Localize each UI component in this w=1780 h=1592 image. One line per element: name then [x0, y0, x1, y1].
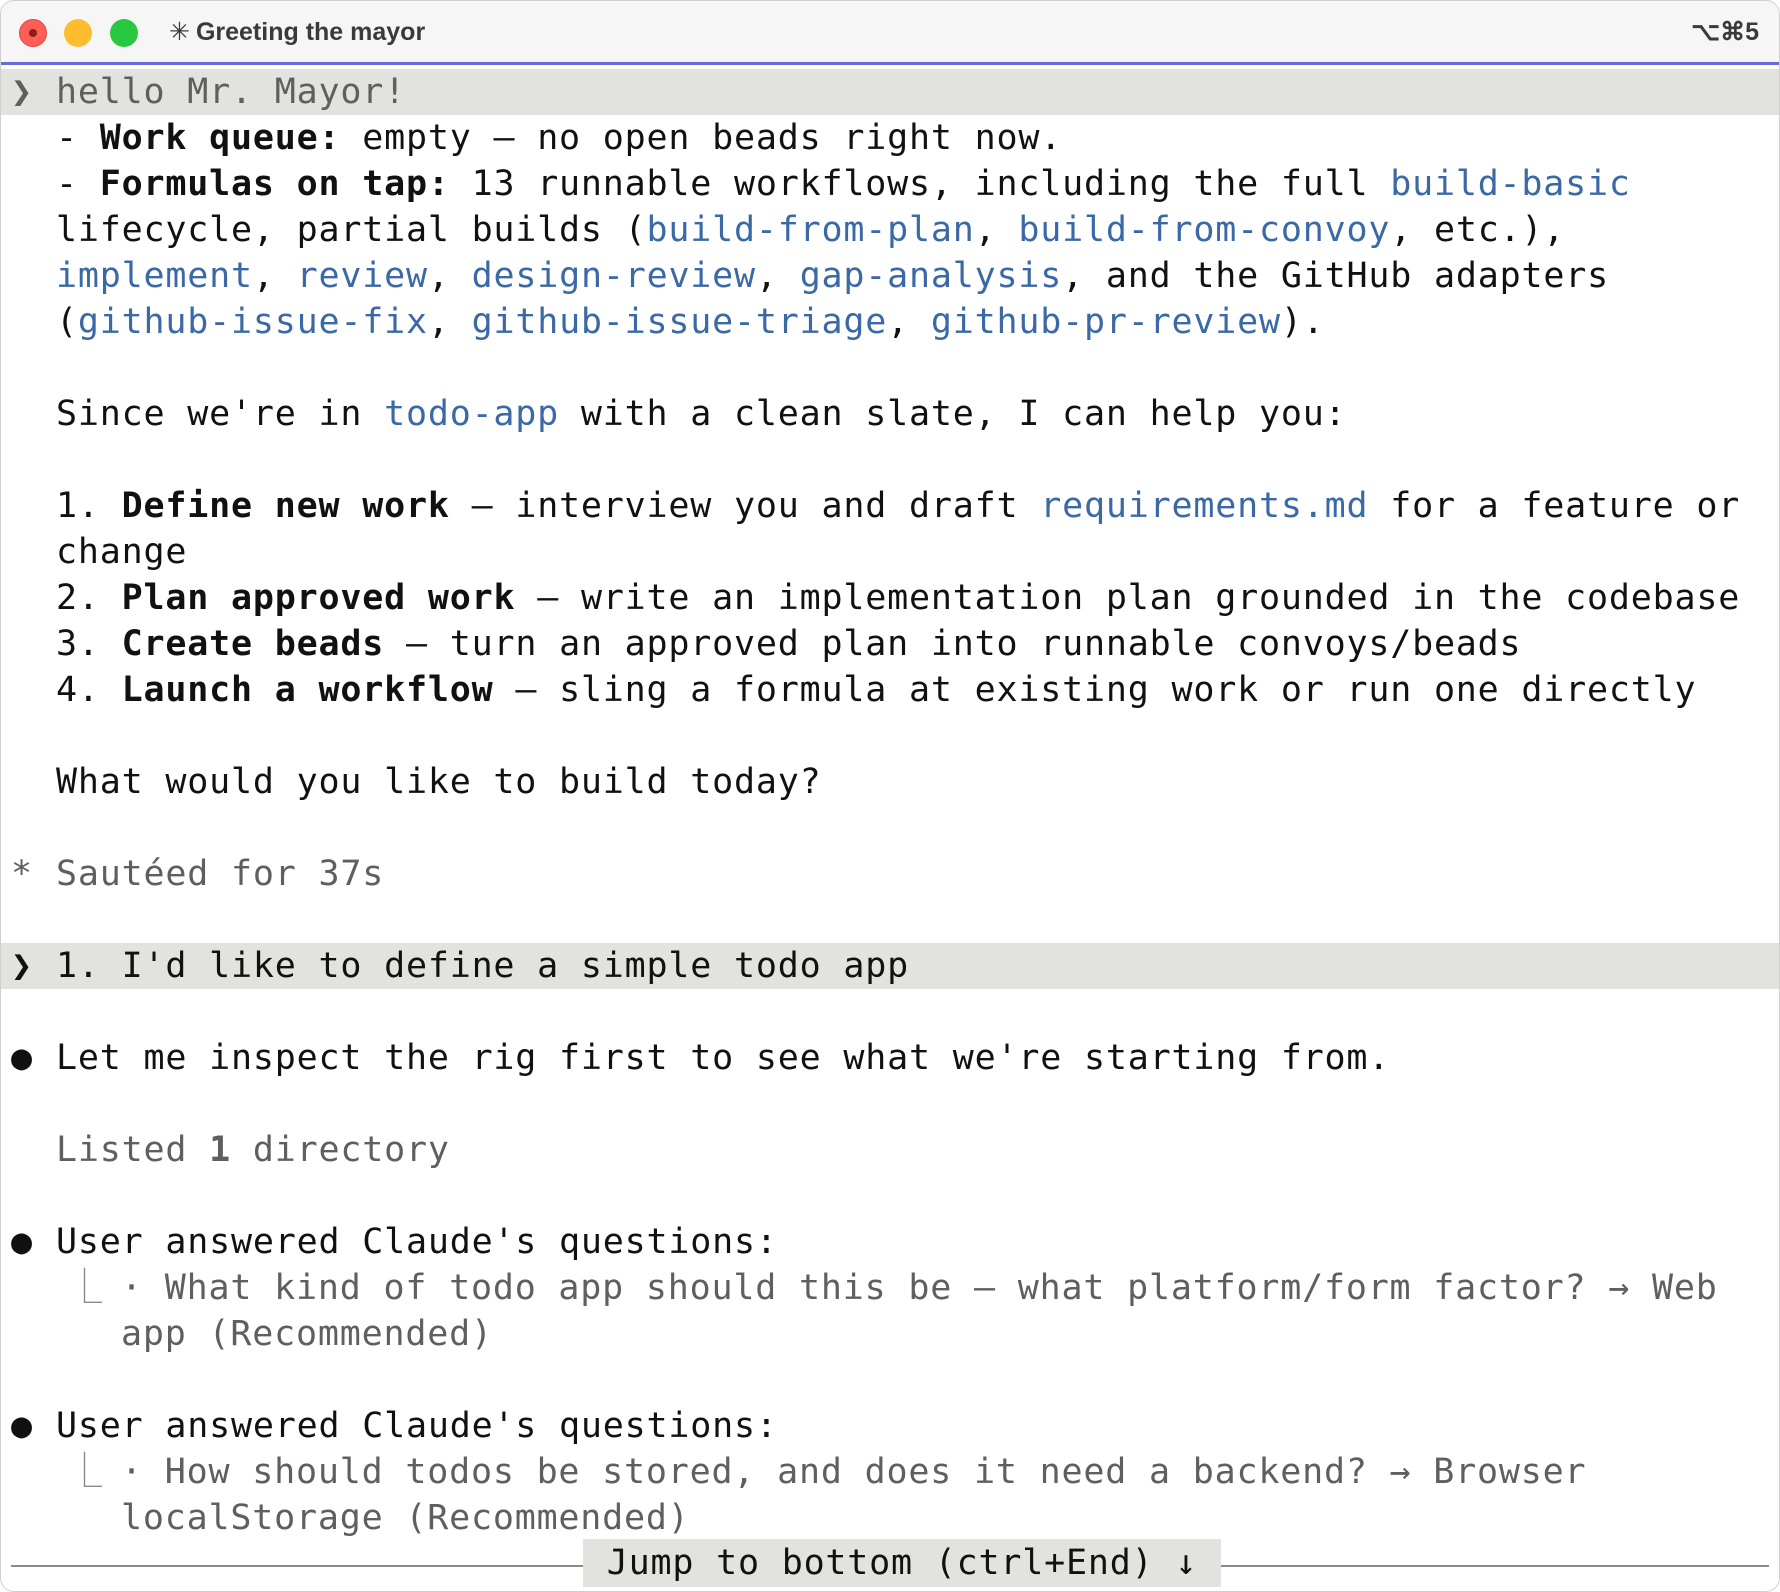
bullet-icon: ● — [11, 1222, 33, 1262]
asterisk-icon: ✳ — [169, 18, 190, 46]
since-line: Since we're in todo-app with a clean sla… — [56, 394, 1347, 434]
option-item: 4. Launch a workflow — sling a formula a… — [56, 670, 1697, 710]
formulas-line: lifecycle, partial builds (build-from-pl… — [56, 210, 1566, 250]
title-bar: ✳ Greeting the mayor ⌥⌘5 — [1, 1, 1779, 65]
bullet-icon: ● — [11, 1406, 33, 1446]
requirements-link[interactable]: requirements.md — [1040, 486, 1368, 526]
option-item-continued: change — [56, 532, 188, 572]
option-item: 2. Plan approved work — write an impleme… — [56, 578, 1741, 618]
user-prompt-message: ❯ hello Mr. Mayor! — [1, 69, 1779, 115]
option-item: 1. Define new work — interview you and d… — [56, 486, 1741, 526]
jump-to-bottom-button[interactable]: Jump to bottom (ctrl+End) ↓ — [583, 1539, 1221, 1587]
formulas-line: implement, review, design-review, gap-an… — [56, 256, 1609, 296]
assistant-message: ● Let me inspect the rig first to see wha… — [1, 1035, 1779, 1081]
tree-branch-icon: ⎿ — [67, 1452, 103, 1492]
answer-header: ● User answered Claude's questions: — [1, 1219, 1779, 1265]
prompt-chevron-icon: ❯ — [11, 946, 33, 986]
status-line: * Sautéed for 37s — [1, 851, 1779, 897]
formula-link[interactable]: implement — [56, 256, 253, 296]
maximize-window-button[interactable] — [110, 19, 138, 47]
formula-link[interactable]: github-pr-review — [931, 302, 1281, 342]
answer-detail-continued: app (Recommended) — [121, 1314, 493, 1354]
formula-link[interactable]: github-issue-fix — [78, 302, 428, 342]
formula-link[interactable]: build-from-plan — [647, 210, 975, 250]
bullet-icon: ● — [11, 1038, 33, 1078]
user-prompt-message: ❯ 1. I'd like to define a simple todo app — [1, 943, 1779, 989]
formula-link[interactable]: github-issue-triage — [472, 302, 888, 342]
terminal-window: ✳ Greeting the mayor ⌥⌘5 ❯ hello Mr. Mayor… — [0, 0, 1780, 1592]
prompt-chevron-icon: ❯ — [11, 72, 33, 112]
formula-link[interactable]: build-from-convoy — [1018, 210, 1390, 250]
formula-link[interactable]: design-review — [472, 256, 756, 296]
window-shortcut: ⌥⌘5 — [1691, 18, 1759, 46]
formulas-line: - Formulas on tap: 13 runnable workflows… — [56, 164, 1631, 204]
answer-detail-continued: localStorage (Recommended) — [121, 1498, 690, 1538]
option-item: 3. Create beads — turn an approved plan … — [56, 624, 1522, 664]
answer-header: ● User answered Claude's questions: — [1, 1403, 1779, 1449]
answer-detail: ⎿ · What kind of todo app should this be … — [1, 1265, 1779, 1311]
closing-question: What would you like to build today? — [56, 762, 822, 802]
tool-result-line: Listed 1 directory — [56, 1130, 450, 1170]
formulas-line: (github-issue-fix, github-issue-triage, … — [56, 302, 1325, 342]
footer-bar: Jump to bottom (ctrl+End) ↓ — [1, 1539, 1779, 1591]
tree-branch-icon: ⎿ — [67, 1268, 103, 1308]
terminal-output[interactable]: ❯ hello Mr. Mayor! - Work queue: empty — … — [1, 69, 1779, 1541]
formula-link[interactable]: build-basic — [1390, 164, 1631, 204]
rig-link[interactable]: todo-app — [384, 394, 559, 434]
spinner-icon: * — [11, 854, 33, 894]
close-window-button[interactable] — [19, 19, 47, 47]
formula-link[interactable]: review — [297, 256, 428, 296]
minimize-window-button[interactable] — [64, 19, 92, 47]
formula-link[interactable]: gap-analysis — [800, 256, 1062, 296]
window-title: ✳ Greeting the mayor — [169, 18, 426, 46]
answer-detail: ⎿ · How should todos be stored, and does … — [1, 1449, 1779, 1495]
work-queue-line: - Work queue: empty — no open beads righ… — [56, 118, 1063, 158]
